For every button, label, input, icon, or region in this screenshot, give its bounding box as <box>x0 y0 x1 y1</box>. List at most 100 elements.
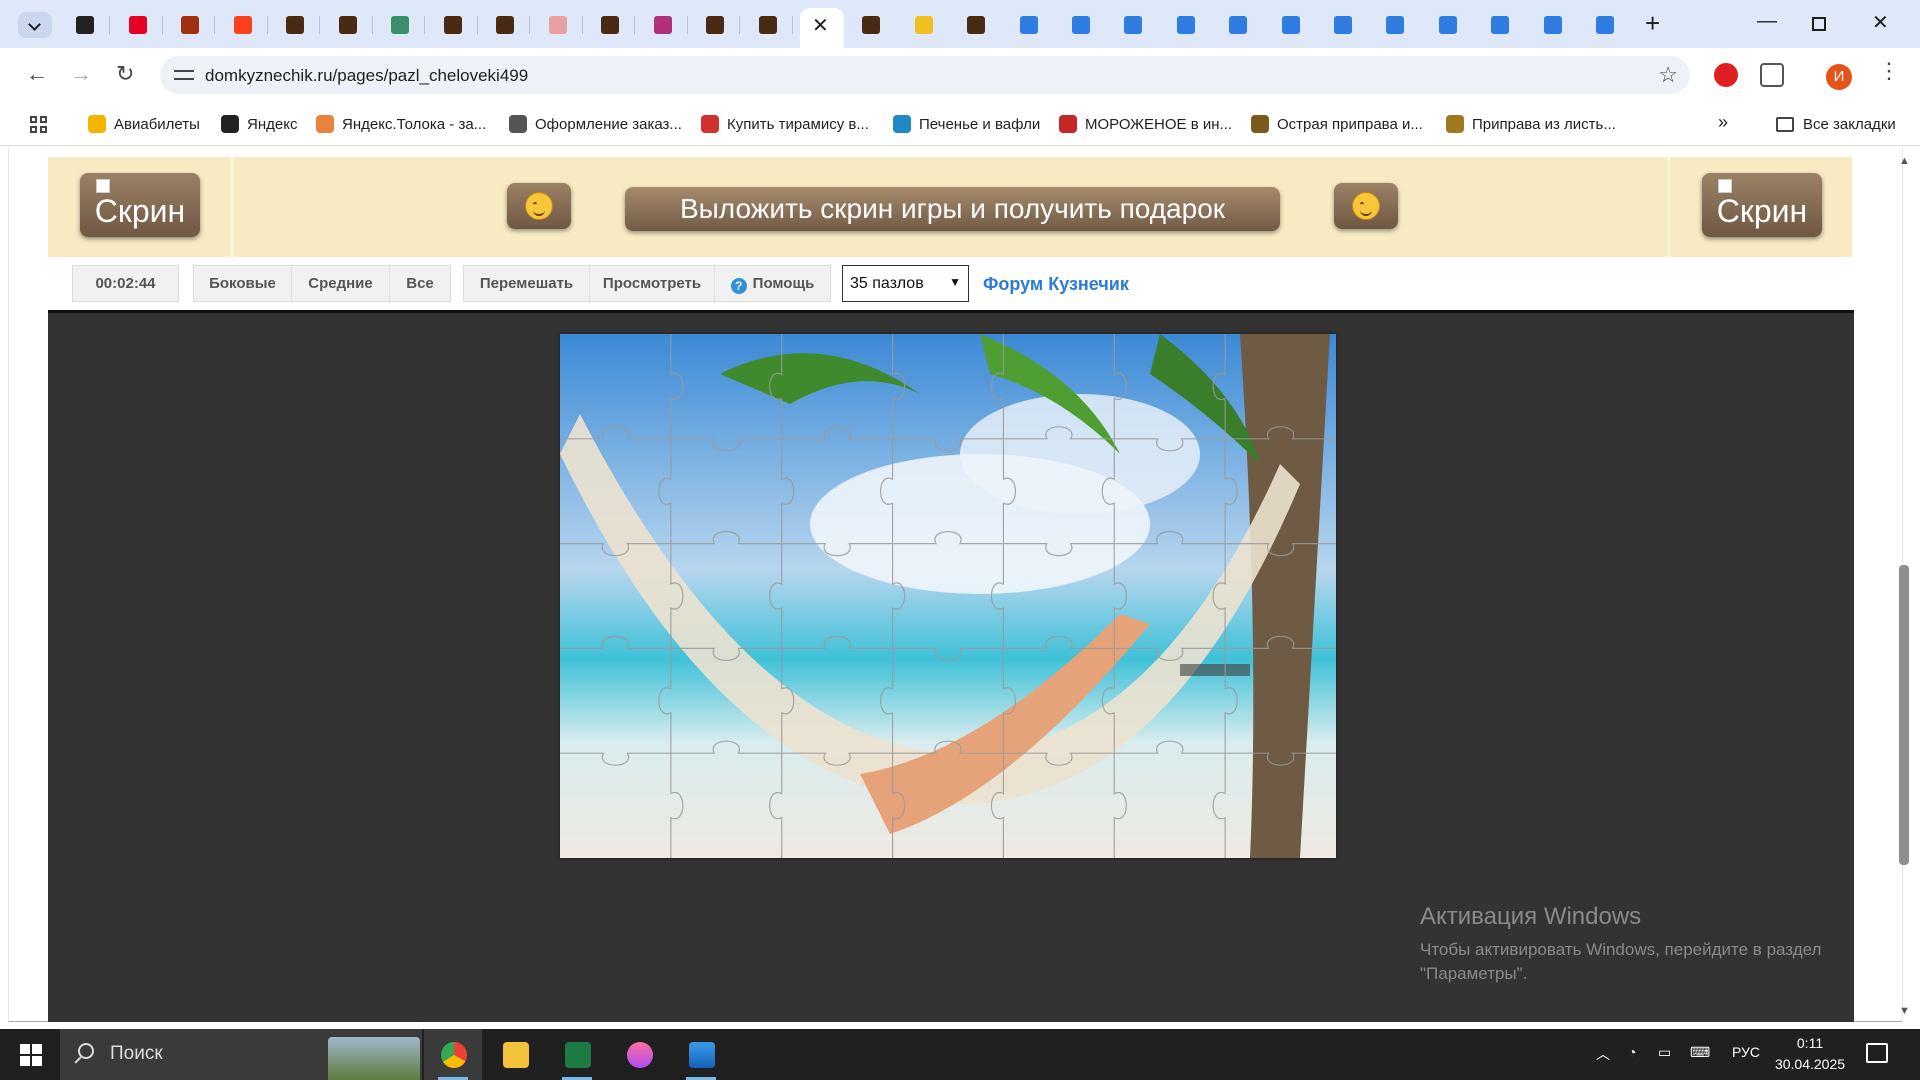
browser-tab[interactable] <box>426 8 478 42</box>
maximize-icon[interactable] <box>1812 17 1826 31</box>
close-window-icon[interactable]: ✕ <box>1872 10 1889 35</box>
browser-tab[interactable] <box>1473 8 1525 42</box>
minimize-icon[interactable]: — <box>1757 10 1777 33</box>
apps-grid-icon[interactable] <box>30 116 48 134</box>
help-button[interactable]: ? Помощь <box>714 265 831 302</box>
browser-tab[interactable] <box>897 8 949 42</box>
scroll-thumb[interactable] <box>1899 565 1909 865</box>
browser-menu-icon[interactable]: ⋮ <box>1878 58 1900 84</box>
screenshot-button-left[interactable]: Скрин <box>80 173 200 237</box>
browser-tab[interactable] <box>1159 8 1211 42</box>
browser-tab[interactable] <box>1526 8 1578 42</box>
browser-tab[interactable] <box>373 8 425 42</box>
tab-favicon-icon <box>548 16 567 34</box>
smile-button-right[interactable] <box>1334 183 1398 229</box>
language-indicator[interactable]: РУС <box>1732 1044 1760 1060</box>
forward-icon[interactable]: → <box>70 61 92 87</box>
battery-icon[interactable]: ▭ <box>1658 1044 1671 1061</box>
reload-icon[interactable]: ↻ <box>116 61 134 87</box>
bookmark-item[interactable]: Приправа из листь... <box>1472 116 1616 133</box>
browser-tab[interactable] <box>268 8 320 42</box>
network-icon[interactable]: ◔ <box>1628 1044 1636 1060</box>
tray-chevron-icon[interactable]: ︿ <box>1596 1044 1610 1064</box>
windows-start-icon[interactable] <box>20 1044 42 1066</box>
browser-tab[interactable] <box>688 8 740 42</box>
browser-tab[interactable] <box>1002 8 1054 42</box>
preview-button[interactable]: Просмотреть <box>589 265 715 302</box>
browser-tab[interactable] <box>741 8 793 42</box>
bookmark-item[interactable]: Печенье и вафли <box>919 116 1040 133</box>
tab-favicon-icon <box>1124 16 1143 34</box>
tab-favicon-icon <box>1071 16 1090 34</box>
notifications-icon[interactable] <box>1866 1043 1888 1063</box>
clock[interactable]: 0:11 30.04.2025 <box>1770 1033 1850 1075</box>
bookmark-favicon-icon <box>1251 115 1269 133</box>
browser-tab[interactable] <box>163 8 215 42</box>
browser-tab[interactable] <box>58 8 110 42</box>
scroll-down-icon[interactable]: ▼ <box>1899 1005 1910 1017</box>
browser-tab[interactable] <box>1054 8 1106 42</box>
bookmark-item[interactable]: Яндекс.Толока - за... <box>342 116 486 133</box>
puzzle-image[interactable] <box>560 334 1336 858</box>
tab-favicon-icon <box>443 16 462 34</box>
browser-tab[interactable] <box>1578 8 1630 42</box>
taskbar-itunes[interactable] <box>610 1029 668 1080</box>
taskbar-explorer[interactable] <box>486 1029 544 1080</box>
all-pieces-button[interactable]: Все <box>389 265 451 302</box>
browser-tab[interactable] <box>478 8 530 42</box>
new-tab-button[interactable]: + <box>1645 8 1660 39</box>
browser-tab[interactable] <box>531 8 583 42</box>
tab-favicon-icon <box>758 16 777 34</box>
browser-tab[interactable] <box>111 8 163 42</box>
browser-tab[interactable] <box>1106 8 1158 42</box>
url-text[interactable]: domkyznechik.ru/pages/pazl_cheloveki499 <box>205 66 528 86</box>
browser-tab[interactable] <box>216 8 268 42</box>
profile-avatar[interactable]: И <box>1826 64 1852 90</box>
bookmark-item[interactable]: Яндекс <box>247 116 297 133</box>
browser-tab[interactable] <box>844 8 896 42</box>
taskbar-chrome[interactable] <box>424 1029 482 1080</box>
shuffle-button[interactable]: Перемешать <box>463 265 590 302</box>
bookmark-item[interactable]: Купить тирамису в... <box>727 116 869 133</box>
bookmarks-overflow-icon[interactable]: » <box>1718 112 1728 133</box>
taskbar-excel[interactable] <box>548 1029 606 1080</box>
browser-tab[interactable] <box>1421 8 1473 42</box>
browser-tab[interactable] <box>949 8 1001 42</box>
side-pieces-button[interactable]: Боковые <box>193 265 292 302</box>
taskbar-search[interactable]: Поиск <box>60 1029 422 1080</box>
browser-tab[interactable] <box>1316 8 1368 42</box>
excel-icon <box>565 1042 591 1068</box>
active-tab[interactable]: ✕ <box>800 8 844 50</box>
middle-pieces-button[interactable]: Средние <box>291 265 390 302</box>
bookmark-item[interactable]: МОРОЖЕНОЕ в ин... <box>1085 116 1232 133</box>
browser-tab[interactable] <box>1211 8 1263 42</box>
smile-button-left[interactable] <box>507 183 571 229</box>
bookmark-star-icon[interactable]: ☆ <box>1658 62 1678 88</box>
screenshot-button-right[interactable]: Скрин <box>1702 173 1822 237</box>
browser-tab[interactable] <box>583 8 635 42</box>
tab-search-button[interactable] <box>18 12 52 38</box>
browser-tab[interactable] <box>636 8 688 42</box>
close-tab-icon[interactable]: ✕ <box>812 13 829 38</box>
bookmark-item[interactable]: Авиабилеты <box>114 116 200 133</box>
piece-count-select[interactable]: 35 пазлов ▼ <box>842 265 969 302</box>
taskbar-photos[interactable] <box>672 1029 730 1080</box>
dropdown-arrow-icon: ▼ <box>949 275 961 289</box>
keyboard-icon[interactable]: ⌨ <box>1690 1044 1710 1061</box>
browser-tab[interactable] <box>1264 8 1316 42</box>
address-bar[interactable]: domkyznechik.ru/pages/pazl_cheloveki499 … <box>160 56 1690 94</box>
tab-favicon-icon <box>1595 16 1614 34</box>
extension-opera-icon[interactable] <box>1714 63 1738 87</box>
all-bookmarks-button[interactable]: Все закладки <box>1803 116 1896 133</box>
share-screenshot-button[interactable]: Выложить скрин игры и получить подарок <box>625 187 1280 231</box>
forum-link[interactable]: Форум Кузнечик <box>983 274 1129 295</box>
site-settings-icon[interactable] <box>174 65 194 85</box>
scroll-up-icon[interactable]: ▲ <box>1899 155 1910 167</box>
bookmark-item[interactable]: Острая приправа и... <box>1277 116 1423 133</box>
back-icon[interactable]: ← <box>26 61 48 87</box>
browser-tab[interactable] <box>321 8 373 42</box>
page-scrollbar[interactable]: ▲ ▼ <box>1895 155 1913 1017</box>
browser-tab[interactable] <box>1368 8 1420 42</box>
extensions-puzzle-icon[interactable] <box>1760 63 1784 87</box>
bookmark-item[interactable]: Оформление заказ... <box>535 116 682 133</box>
